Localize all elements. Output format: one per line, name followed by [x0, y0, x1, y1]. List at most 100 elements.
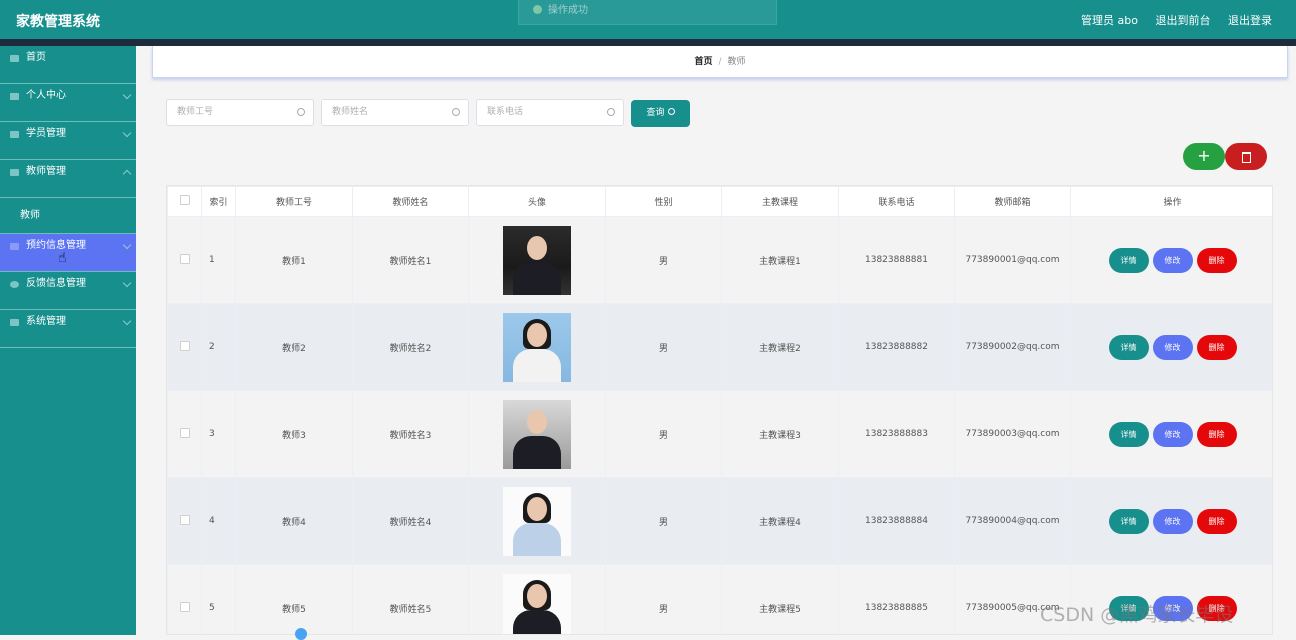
teacher-name-cell: 教师姓名3: [352, 390, 469, 478]
phone-cell: 13823888881: [838, 216, 955, 304]
actions-cell: 详情 修改 删除: [1070, 303, 1272, 391]
row-checkbox[interactable]: [179, 253, 190, 264]
exit-to-frontend-link[interactable]: 退出到前台: [1156, 14, 1211, 27]
column-header: 操作: [1070, 186, 1272, 217]
delete-button[interactable]: 删除: [1196, 334, 1237, 360]
logout-link[interactable]: 退出登录: [1228, 14, 1272, 27]
teacher-table: 索引 教师工号 教师姓名 头像 性别 主教课程 联系电话 教师邮箱 操作 1 教…: [166, 185, 1273, 635]
column-header: 教师工号: [235, 186, 353, 217]
row-checkbox[interactable]: [179, 427, 190, 438]
table-row: 3 教师3 教师姓名3 男 主教课程3 13823888883 77389000…: [167, 390, 1272, 478]
search-icon: [297, 108, 305, 116]
sidebar-item-appointment-management[interactable]: 预约信息管理: [0, 234, 136, 272]
teacher-name-cell: 教师姓名1: [352, 216, 469, 304]
hand-cursor-icon: ☝: [58, 250, 67, 266]
sidebar-item-feedback-management[interactable]: 反馈信息管理: [0, 272, 136, 310]
edit-button[interactable]: 修改: [1152, 334, 1193, 360]
top-bar: 家教管理系统 操作成功 管理员 abo 退出到前台 退出登录: [0, 0, 1296, 39]
search-icon: [667, 108, 675, 115]
table-row: 2 教师2 教师姓名2 男 主教课程2 13823888882 77389000…: [167, 303, 1272, 391]
delete-button[interactable]: 删除: [1196, 247, 1237, 273]
chevron-down-icon: [122, 278, 132, 288]
phone-cell: 13823888884: [838, 477, 955, 565]
add-button[interactable]: +: [1183, 143, 1225, 170]
chevron-down-icon: [122, 128, 132, 138]
index-cell: 5: [201, 564, 236, 634]
email-cell: 773890001@qq.com: [954, 216, 1071, 304]
query-label: 查询: [646, 108, 665, 118]
actions-cell: 详情 修改 删除: [1070, 390, 1272, 478]
teacher-id-cell: 教师4: [235, 477, 353, 565]
row-checkbox-cell: [167, 216, 202, 304]
sidebar-item-system-management[interactable]: 系统管理: [0, 310, 136, 348]
avatar-cell: [468, 216, 606, 304]
calendar-icon: [10, 243, 19, 250]
avatar-face: [527, 409, 547, 434]
teacher-name-cell: 教师姓名2: [352, 303, 469, 391]
teacher-id-cell: 教师5: [235, 564, 353, 634]
avatar: [503, 399, 571, 469]
phone-cell: 13823888885: [838, 564, 955, 634]
placeholder-text: 教师工号: [177, 107, 214, 117]
app-title: 家教管理系统: [16, 14, 100, 30]
avatar-body: [513, 609, 561, 634]
detail-button[interactable]: 详情: [1108, 247, 1149, 273]
sidebar-item-personal-center[interactable]: 个人中心: [0, 84, 136, 122]
teacher-name-cell: 教师姓名5: [352, 564, 469, 634]
sidebar-item-home[interactable]: 首页: [0, 46, 136, 84]
teacher-id-search-input[interactable]: 教师工号: [166, 99, 314, 126]
avatar: [503, 573, 571, 634]
chevron-down-icon: [122, 240, 132, 250]
admin-user-label: 管理员 abo: [1081, 14, 1138, 27]
actions-cell: 详情 修改 删除: [1070, 216, 1272, 304]
detail-button[interactable]: 详情: [1108, 421, 1149, 447]
course-cell: 主教课程2: [721, 303, 839, 391]
avatar: [503, 312, 571, 382]
avatar: [503, 486, 571, 556]
index-cell: 2: [201, 303, 236, 391]
actions-cell: 详情 修改 删除: [1070, 477, 1272, 565]
column-header: 索引: [201, 186, 236, 217]
delete-button[interactable]: 删除: [1196, 508, 1237, 534]
edit-button[interactable]: 修改: [1152, 508, 1193, 534]
query-button[interactable]: 查询: [631, 100, 690, 127]
teacher-name-search-input[interactable]: 教师姓名: [321, 99, 469, 126]
select-all-checkbox[interactable]: [179, 195, 190, 205]
gender-cell: 男: [605, 477, 722, 565]
row-checkbox-cell: [167, 390, 202, 478]
sidebar-subitem-teacher[interactable]: 教师: [0, 198, 136, 234]
scroll-indicator[interactable]: [295, 628, 307, 640]
row-checkbox[interactable]: [179, 514, 190, 525]
breadcrumb: 首页 / 教师: [152, 46, 1288, 78]
gender-cell: 男: [605, 390, 722, 478]
delete-button[interactable]: 删除: [1196, 421, 1237, 447]
table-row: 1 教师1 教师姓名1 男 主教课程1 13823888881 77389000…: [167, 216, 1272, 304]
row-checkbox[interactable]: [179, 340, 190, 351]
sidebar-item-student-management[interactable]: 学员管理: [0, 122, 136, 160]
breadcrumb-current: 教师: [727, 57, 746, 67]
edit-button[interactable]: 修改: [1152, 421, 1193, 447]
placeholder-text: 教师姓名: [332, 107, 369, 117]
chevron-down-icon: [122, 316, 132, 326]
edit-button[interactable]: 修改: [1152, 247, 1193, 273]
phone-search-input[interactable]: 联系电话: [476, 99, 624, 126]
column-header: 性别: [605, 186, 722, 217]
row-checkbox[interactable]: [179, 601, 190, 612]
detail-button[interactable]: 详情: [1108, 334, 1149, 360]
index-cell: 1: [201, 216, 236, 304]
phone-cell: 13823888883: [838, 390, 955, 478]
batch-delete-button[interactable]: [1225, 143, 1267, 170]
detail-button[interactable]: 详情: [1108, 508, 1149, 534]
teacher-name-cell: 教师姓名4: [352, 477, 469, 565]
trash-icon: [1241, 152, 1251, 163]
sidebar-item-teacher-management[interactable]: 教师管理: [0, 160, 136, 198]
gender-cell: 男: [605, 564, 722, 634]
toast-text: 操作成功: [548, 5, 588, 16]
sidebar-item-label: 教师管理: [26, 166, 66, 177]
course-cell: 主教课程1: [721, 216, 839, 304]
success-icon: [533, 5, 542, 14]
breadcrumb-home[interactable]: 首页: [694, 57, 712, 67]
select-all-checkbox-cell: [167, 186, 202, 217]
avatar-body: [513, 522, 561, 556]
search-icon: [607, 108, 615, 116]
